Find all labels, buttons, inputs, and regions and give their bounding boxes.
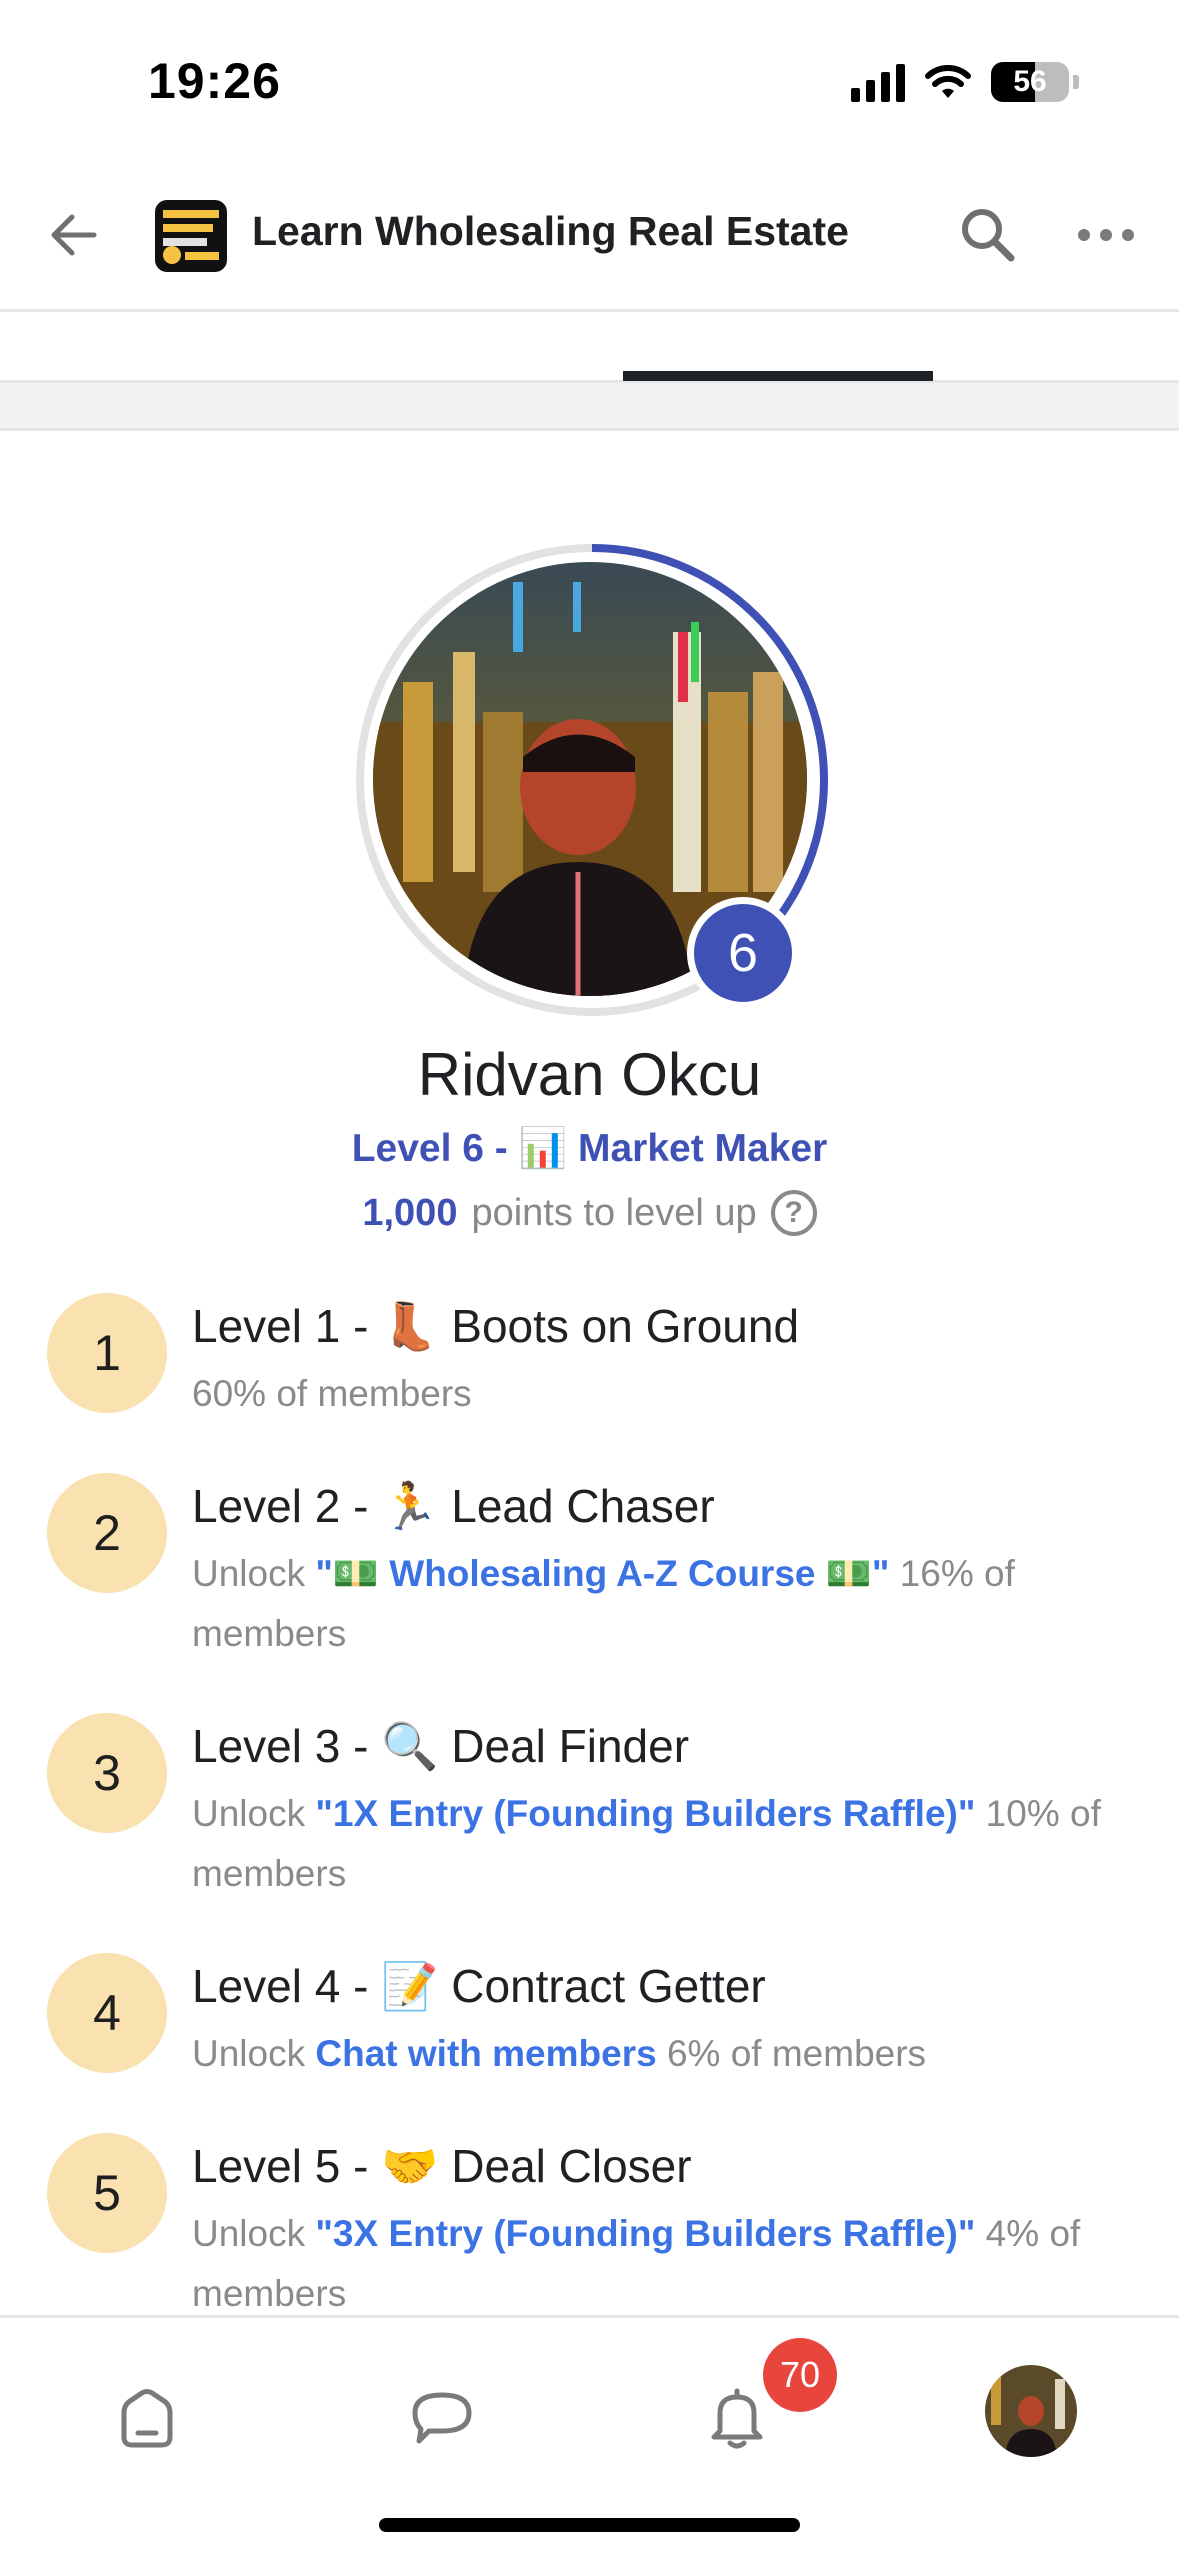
group-header: Learn Wholesaling Real Estate: [0, 160, 1179, 312]
status-icons: 56: [851, 62, 1079, 102]
level-description: Unlock Chat with members 6% of members: [192, 2024, 1122, 2084]
status-bar: 19:26 56: [0, 0, 1179, 160]
tab-strip: [0, 315, 1179, 383]
help-icon[interactable]: ?: [770, 1190, 817, 1236]
bell-icon: [711, 2388, 763, 2449]
battery-level: 56: [1013, 65, 1047, 98]
section-divider: [0, 383, 1179, 431]
level-badge: 6: [687, 897, 799, 1009]
level-number: 5: [47, 2133, 167, 2253]
more-icon: [1078, 229, 1090, 241]
wifi-icon: [925, 65, 971, 98]
group-logo[interactable]: [155, 200, 227, 272]
level-number: 2: [47, 1473, 167, 1593]
points-value: 1,000: [362, 1191, 458, 1234]
unlock-link[interactable]: Chat with members: [315, 2033, 656, 2074]
profile-level: Level 6 - 📊 Market Maker: [351, 1127, 828, 1170]
battery-icon: 56: [991, 62, 1069, 102]
search-icon: [962, 209, 1015, 262]
nav-chat-button[interactable]: [397, 2373, 487, 2463]
level-title: Level 2 - 🏃 Lead Chaser: [192, 1480, 715, 1532]
unlock-link[interactable]: "💵 Wholesaling A-Z Course 💵": [315, 1553, 889, 1594]
points-row: 1,000 points to level up ?: [0, 1190, 1179, 1236]
level-members: 60% of members: [192, 1373, 472, 1414]
unlock-link[interactable]: "1X Entry (Founding Builders Raffle)": [315, 1793, 975, 1834]
search-button[interactable]: [955, 202, 1021, 268]
unlock-prefix: Unlock: [192, 2213, 316, 2254]
unlock-prefix: Unlock: [192, 1793, 316, 1834]
level-description: 60% of members: [192, 1364, 1122, 1424]
status-time: 19:26: [148, 53, 281, 109]
group-title[interactable]: Learn Wholesaling Real Estate: [252, 208, 849, 255]
level-title: Level 4 - 📝 Contract Getter: [192, 1960, 766, 2012]
level-title: Level 5 - 🤝 Deal Closer: [192, 2140, 692, 2192]
level-description: Unlock "3X Entry (Founding Builders Raff…: [192, 2204, 1122, 2324]
level-number: 4: [47, 1953, 167, 2073]
back-button[interactable]: [44, 205, 104, 265]
nav-home-button[interactable]: [102, 2373, 192, 2463]
back-arrow-icon: [51, 214, 97, 256]
level-number: 1: [47, 1293, 167, 1413]
signal-icon: [851, 62, 905, 102]
level-title: Level 3 - 🔍 Deal Finder: [192, 1720, 690, 1772]
chat-icon: [412, 2392, 472, 2444]
unlock-prefix: Unlock: [192, 2033, 316, 2074]
home-icon: [121, 2389, 173, 2448]
unlock-link[interactable]: "3X Entry (Founding Builders Raffle)": [315, 2213, 975, 2254]
nav-profile-avatar[interactable]: [985, 2365, 1077, 2457]
active-tab-indicator[interactable]: [623, 371, 933, 381]
level-description: Unlock "1X Entry (Founding Builders Raff…: [192, 1784, 1122, 1904]
points-label: points to level up: [471, 1191, 757, 1234]
level-description: Unlock "💵 Wholesaling A-Z Course 💵" 16% …: [192, 1544, 1122, 1664]
profile-name: Ridvan Okcu: [417, 1041, 762, 1108]
level-members: 6% of members: [656, 2033, 927, 2074]
home-indicator: [379, 2518, 800, 2532]
notification-badge: 70: [763, 2338, 837, 2412]
level-number: 3: [47, 1713, 167, 1833]
unlock-prefix: Unlock: [192, 1553, 316, 1594]
level-title: Level 1 - 👢 Boots on Ground: [192, 1300, 800, 1352]
more-button[interactable]: [1078, 210, 1134, 260]
